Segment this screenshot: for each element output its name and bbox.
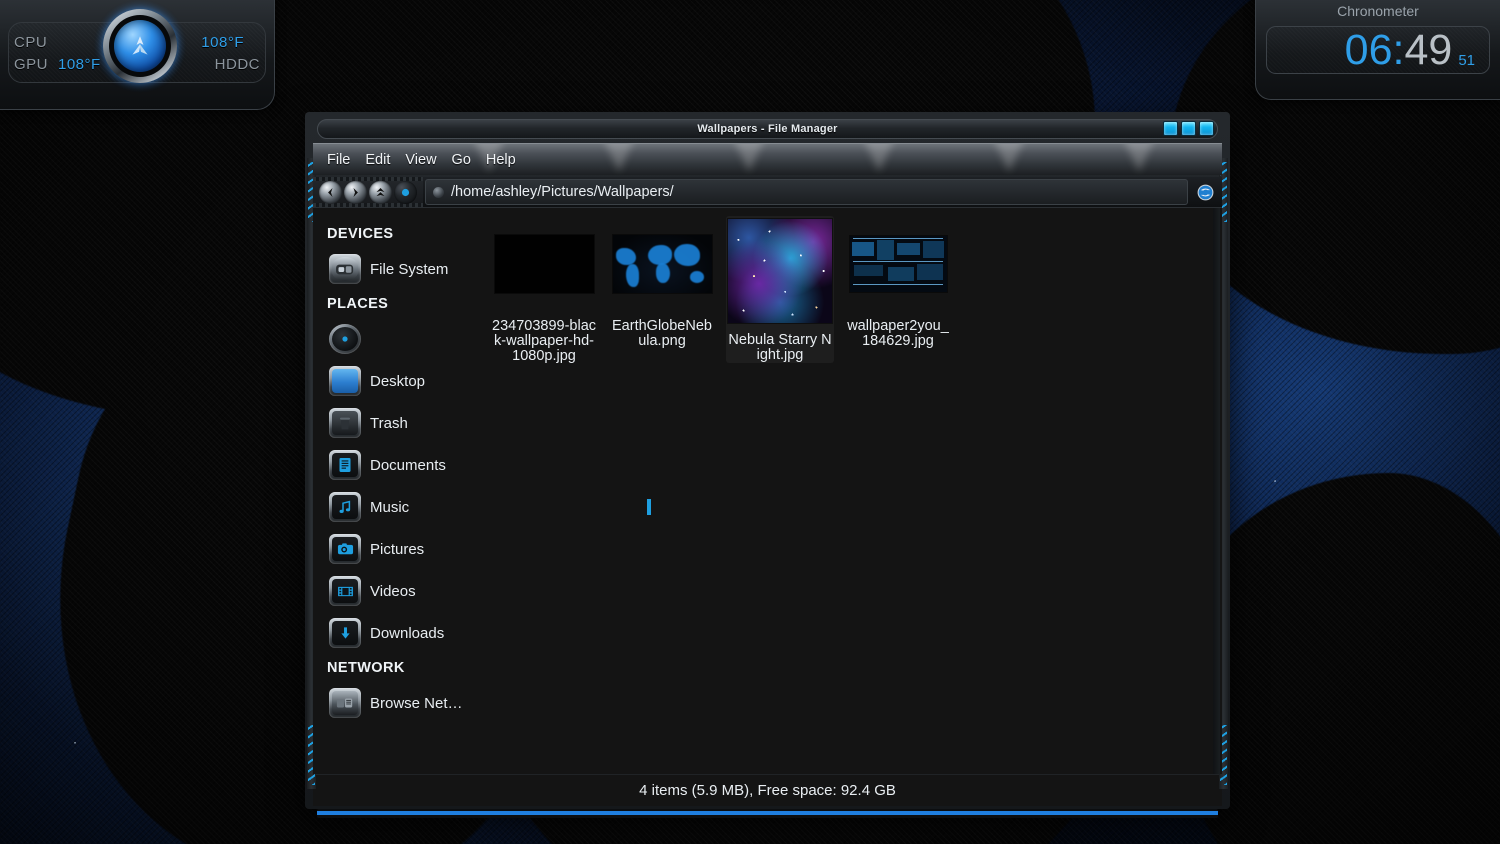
desktop-icon xyxy=(329,366,361,396)
drive-icon xyxy=(329,254,361,284)
chronometer-seconds: 51 xyxy=(1458,52,1475,69)
maximize-button[interactable] xyxy=(1181,121,1196,136)
text-cursor-caret xyxy=(647,499,651,515)
file-name: 234703899-black-wallpaper-hd-1080p.jpg xyxy=(490,319,598,365)
music-icon xyxy=(329,492,361,522)
sidebar-label: Music xyxy=(370,499,409,516)
statusbar: 4 items (5.9 MB), Free space: 92.4 GB xyxy=(313,774,1222,806)
file-item[interactable]: EarthGlobeNebula.png xyxy=(608,216,716,349)
sidebar-heading-places: PLACES xyxy=(327,296,476,312)
sidebar-label: Pictures xyxy=(370,541,424,558)
file-item[interactable]: 234703899-black-wallpaper-hd-1080p.jpg xyxy=(490,216,598,365)
back-icon[interactable] xyxy=(319,181,342,204)
file-thumbnail xyxy=(608,216,716,312)
sidebar-item-trash[interactable]: Trash xyxy=(323,402,476,444)
downloads-icon xyxy=(329,618,361,648)
file-name: wallpaper2you_184629.jpg xyxy=(844,319,952,349)
globe-refresh-icon[interactable] xyxy=(1192,179,1218,205)
menu-go[interactable]: Go xyxy=(452,152,471,168)
system-monitor-widget[interactable]: CPU GPU 108°F 108°F HDDC xyxy=(0,0,275,110)
file-name: EarthGlobeNebula.png xyxy=(608,319,716,349)
menubar: File Edit View Go Help xyxy=(313,143,1222,175)
path-text: /home/ashley/Pictures/Wallpapers/ xyxy=(451,184,674,200)
sidebar-item-documents[interactable]: Documents xyxy=(323,444,476,486)
network-icon xyxy=(329,688,361,718)
file-name: Nebula Starry Night.jpg xyxy=(726,333,834,363)
sidebar-item-downloads[interactable]: Downloads xyxy=(323,612,476,654)
sidebar-label: Browse Net… xyxy=(370,695,463,712)
sidebar-label: Documents xyxy=(370,457,446,474)
menu-view[interactable]: View xyxy=(405,152,436,168)
sidebar-item-music[interactable]: Music xyxy=(323,486,476,528)
sidebar-item-file-system[interactable]: File System xyxy=(323,248,476,290)
gpu-label: GPU xyxy=(14,56,48,73)
cpu-label: CPU xyxy=(14,34,47,51)
sidebar-item-home[interactable] xyxy=(323,318,476,360)
pictures-icon xyxy=(329,534,361,564)
sidebar-label: Downloads xyxy=(370,625,444,642)
home-folder-icon xyxy=(329,324,361,354)
up-icon[interactable] xyxy=(369,181,392,204)
chronometer-title: Chronometer xyxy=(1256,3,1500,19)
sidebar-item-pictures[interactable]: Pictures xyxy=(323,528,476,570)
file-thumbnail xyxy=(844,216,952,312)
sidebar-label: File System xyxy=(370,261,448,278)
file-grid: 234703899-black-wallpaper-hd-1080p.jpg xyxy=(490,216,1222,365)
home-icon[interactable] xyxy=(394,181,417,204)
sidebar-item-browse-network[interactable]: Browse Net… xyxy=(323,682,476,724)
toolbar-path-row: /home/ashley/Pictures/Wallpapers/ xyxy=(313,177,1222,207)
navigation-buttons xyxy=(313,177,423,207)
hddc-label: HDDC xyxy=(215,56,260,73)
documents-icon xyxy=(329,450,361,480)
file-manager-body: DEVICES File System PLACES xyxy=(313,207,1222,774)
chronometer-minutes: 49 xyxy=(1404,29,1452,72)
window-titlebar[interactable]: Wallpapers - File Manager xyxy=(317,119,1218,139)
file-thumbnail xyxy=(490,216,598,312)
chronometer-separator: : xyxy=(1393,29,1405,72)
gpu-temperature-value: 108°F xyxy=(58,56,101,73)
path-field[interactable]: /home/ashley/Pictures/Wallpapers/ xyxy=(425,179,1188,205)
sidebar-item-desktop[interactable]: Desktop xyxy=(323,360,476,402)
sidebar-label: Desktop xyxy=(370,373,425,390)
menu-help[interactable]: Help xyxy=(486,152,516,168)
sidebar-item-videos[interactable]: Videos xyxy=(323,570,476,612)
cpu-temperature-value: 108°F xyxy=(201,34,244,51)
sidebar-label: Videos xyxy=(370,583,416,600)
trash-icon xyxy=(329,408,361,438)
minimize-button[interactable] xyxy=(1163,121,1178,136)
window-controls xyxy=(1163,121,1214,136)
status-text: 4 items (5.9 MB), Free space: 92.4 GB xyxy=(639,782,896,799)
file-manager-window[interactable]: Wallpapers - File Manager File Edit View… xyxy=(305,112,1230,809)
location-dot-icon xyxy=(433,187,444,198)
window-title: Wallpapers - File Manager xyxy=(697,123,837,135)
file-thumbnail xyxy=(726,216,834,326)
window-bottom-accent xyxy=(317,809,1218,818)
menu-file[interactable]: File xyxy=(327,152,350,168)
sidebar: DEVICES File System PLACES xyxy=(313,208,476,774)
chronometer-display: 06 : 49 51 xyxy=(1266,26,1490,74)
forward-icon[interactable] xyxy=(344,181,367,204)
blue-orb-logo-icon xyxy=(103,9,177,83)
sidebar-heading-network: NETWORK xyxy=(327,660,476,676)
sidebar-label: Trash xyxy=(370,415,408,432)
sidebar-heading-devices: DEVICES xyxy=(327,226,476,242)
file-list-view[interactable]: 234703899-black-wallpaper-hd-1080p.jpg xyxy=(476,208,1222,774)
menu-edit[interactable]: Edit xyxy=(365,152,390,168)
file-item[interactable]: wallpaper2you_184629.jpg xyxy=(844,216,952,349)
chronometer-widget[interactable]: Chronometer 06 : 49 51 xyxy=(1255,0,1500,100)
close-button[interactable] xyxy=(1199,121,1214,136)
vertical-scrollbar[interactable] xyxy=(1213,208,1220,774)
file-item[interactable]: Nebula Starry Night.jpg xyxy=(726,216,834,363)
videos-icon xyxy=(329,576,361,606)
chronometer-hours: 06 xyxy=(1345,29,1393,72)
